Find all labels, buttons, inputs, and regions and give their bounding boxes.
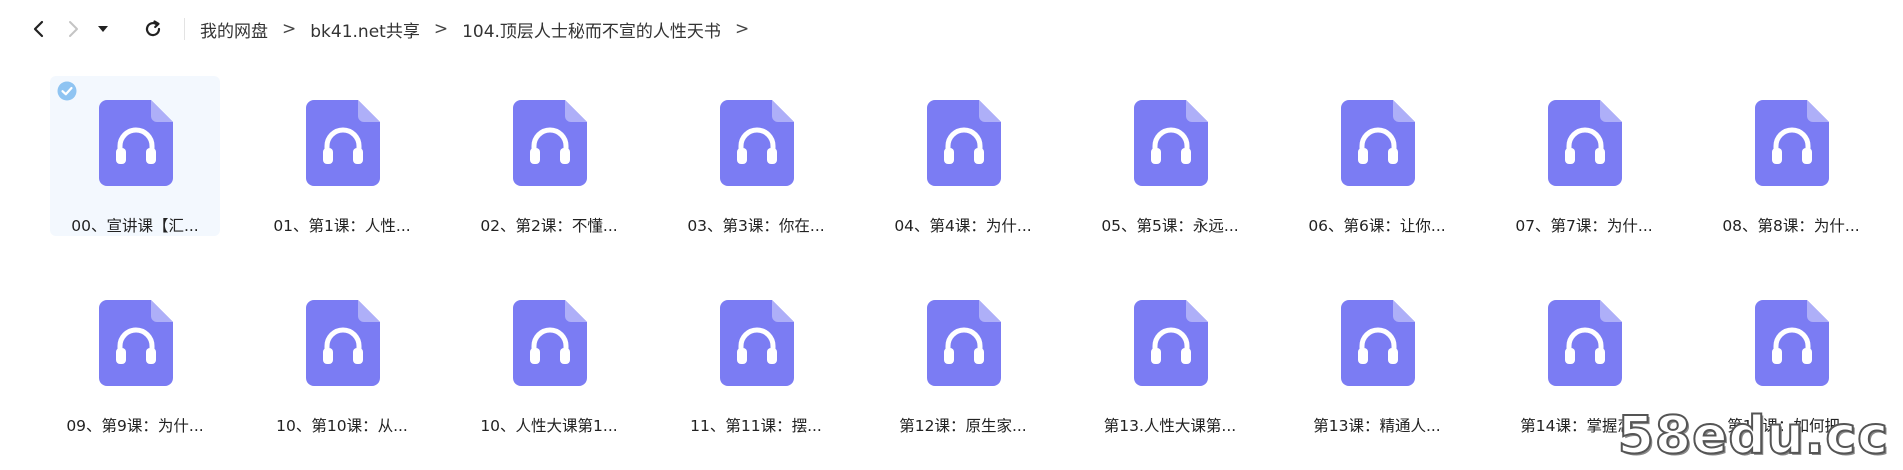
file-name: 05、第5课：永远... [1101,217,1239,235]
file-item[interactable]: 04、第4课：为什... [878,76,1048,236]
file-item[interactable]: 08、第8课：为什... [1706,76,1876,236]
file-name: 11、第11课：摆... [690,417,822,435]
breadcrumb-separator: > [734,19,750,39]
audio-file-icon [1548,300,1622,386]
audio-file-icon [99,300,173,386]
file-name: 第13课：精通人... [1313,417,1441,435]
chevron-left-icon [33,20,44,38]
file-name: 09、第9课：为什... [66,417,204,435]
file-name: 03、第3课：你在... [687,217,825,235]
audio-file-icon [306,100,380,186]
selected-check-icon[interactable] [56,80,78,102]
toolbar-divider [184,18,185,40]
breadcrumb-separator: > [282,19,297,39]
file-name: 00、宣讲课【汇... [71,217,199,235]
file-item[interactable]: 02、第2课：不懂... [464,76,634,236]
toolbar: 我的网盘 > bk41.net共享 > 104.顶层人士秘而不宣的人性天书 > [0,0,1903,58]
audio-file-icon [99,100,173,186]
breadcrumb: 我的网盘 > bk41.net共享 > 104.顶层人士秘而不宣的人性天书 > [200,16,763,42]
breadcrumb-item-share[interactable]: bk41.net共享 [310,17,420,42]
file-item[interactable]: 06、第6课：让你... [1292,76,1462,236]
file-name: 第12课：原生家... [899,417,1027,435]
breadcrumb-separator: > [433,19,449,39]
file-name: 10、第10课：从... [276,417,408,435]
audio-file-icon [1755,300,1829,386]
audio-file-icon [1341,100,1415,186]
file-name: 08、第8课：为什... [1722,217,1860,235]
file-item[interactable]: 10、人性大课第1... [464,276,634,436]
file-item[interactable]: 第13课：精通人... [1292,276,1462,436]
file-item[interactable]: 第12课：原生家... [878,276,1048,436]
forward-button[interactable] [58,14,88,44]
back-button[interactable] [24,14,54,44]
file-name: 04、第4课：为什... [894,217,1032,235]
audio-file-icon [720,100,794,186]
file-name: 06、第6课：让你... [1308,217,1446,235]
audio-file-icon [513,300,587,386]
file-item[interactable]: 10、第10课：从... [257,276,427,436]
audio-file-icon [720,300,794,386]
file-name: 第13.人性大课第... [1103,417,1237,435]
file-name: 01、第1课：人性... [273,217,411,235]
file-name: 07、第7课：为什... [1515,217,1653,235]
history-dropdown-button[interactable] [88,14,118,44]
file-item[interactable]: 07、第7课：为什... [1499,76,1669,236]
file-item[interactable]: 00、宣讲课【汇... [50,76,220,236]
audio-file-icon [927,100,1001,186]
audio-file-icon [513,100,587,186]
file-item[interactable]: 01、第1课：人性... [257,76,427,236]
audio-file-icon [927,300,1001,386]
caret-down-icon [98,26,108,32]
audio-file-icon [306,300,380,386]
audio-file-icon [1341,300,1415,386]
audio-file-icon [1755,100,1829,186]
file-name: 02、第2课：不懂... [480,217,618,235]
breadcrumb-item-root[interactable]: 我的网盘 [200,17,268,42]
file-item[interactable]: 09、第9课：为什... [50,276,220,436]
breadcrumb-item-current[interactable]: 104.顶层人士秘而不宣的人性天书 [462,17,721,42]
audio-file-icon [1134,100,1208,186]
chevron-right-icon [69,21,78,37]
watermark: 58edu.cc [1617,405,1889,467]
audio-file-icon [1548,100,1622,186]
file-name: 10、人性大课第1... [480,417,618,435]
file-item[interactable]: 第13.人性大课第... [1085,276,1255,436]
file-item[interactable]: 05、第5课：永远... [1085,76,1255,236]
refresh-icon [145,20,161,37]
file-item[interactable]: 11、第11课：摆... [671,276,841,436]
audio-file-icon [1134,300,1208,386]
file-item[interactable]: 03、第3课：你在... [671,76,841,236]
refresh-button[interactable] [138,14,168,44]
